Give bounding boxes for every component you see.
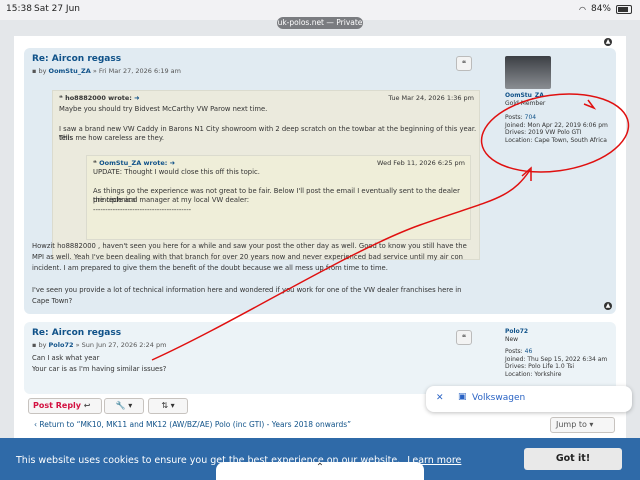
red-annotation: [151, 93, 630, 361]
annotation-ellipse: [480, 93, 630, 173]
annotation-arrow: [583, 99, 597, 110]
annotation-line: [151, 169, 531, 361]
